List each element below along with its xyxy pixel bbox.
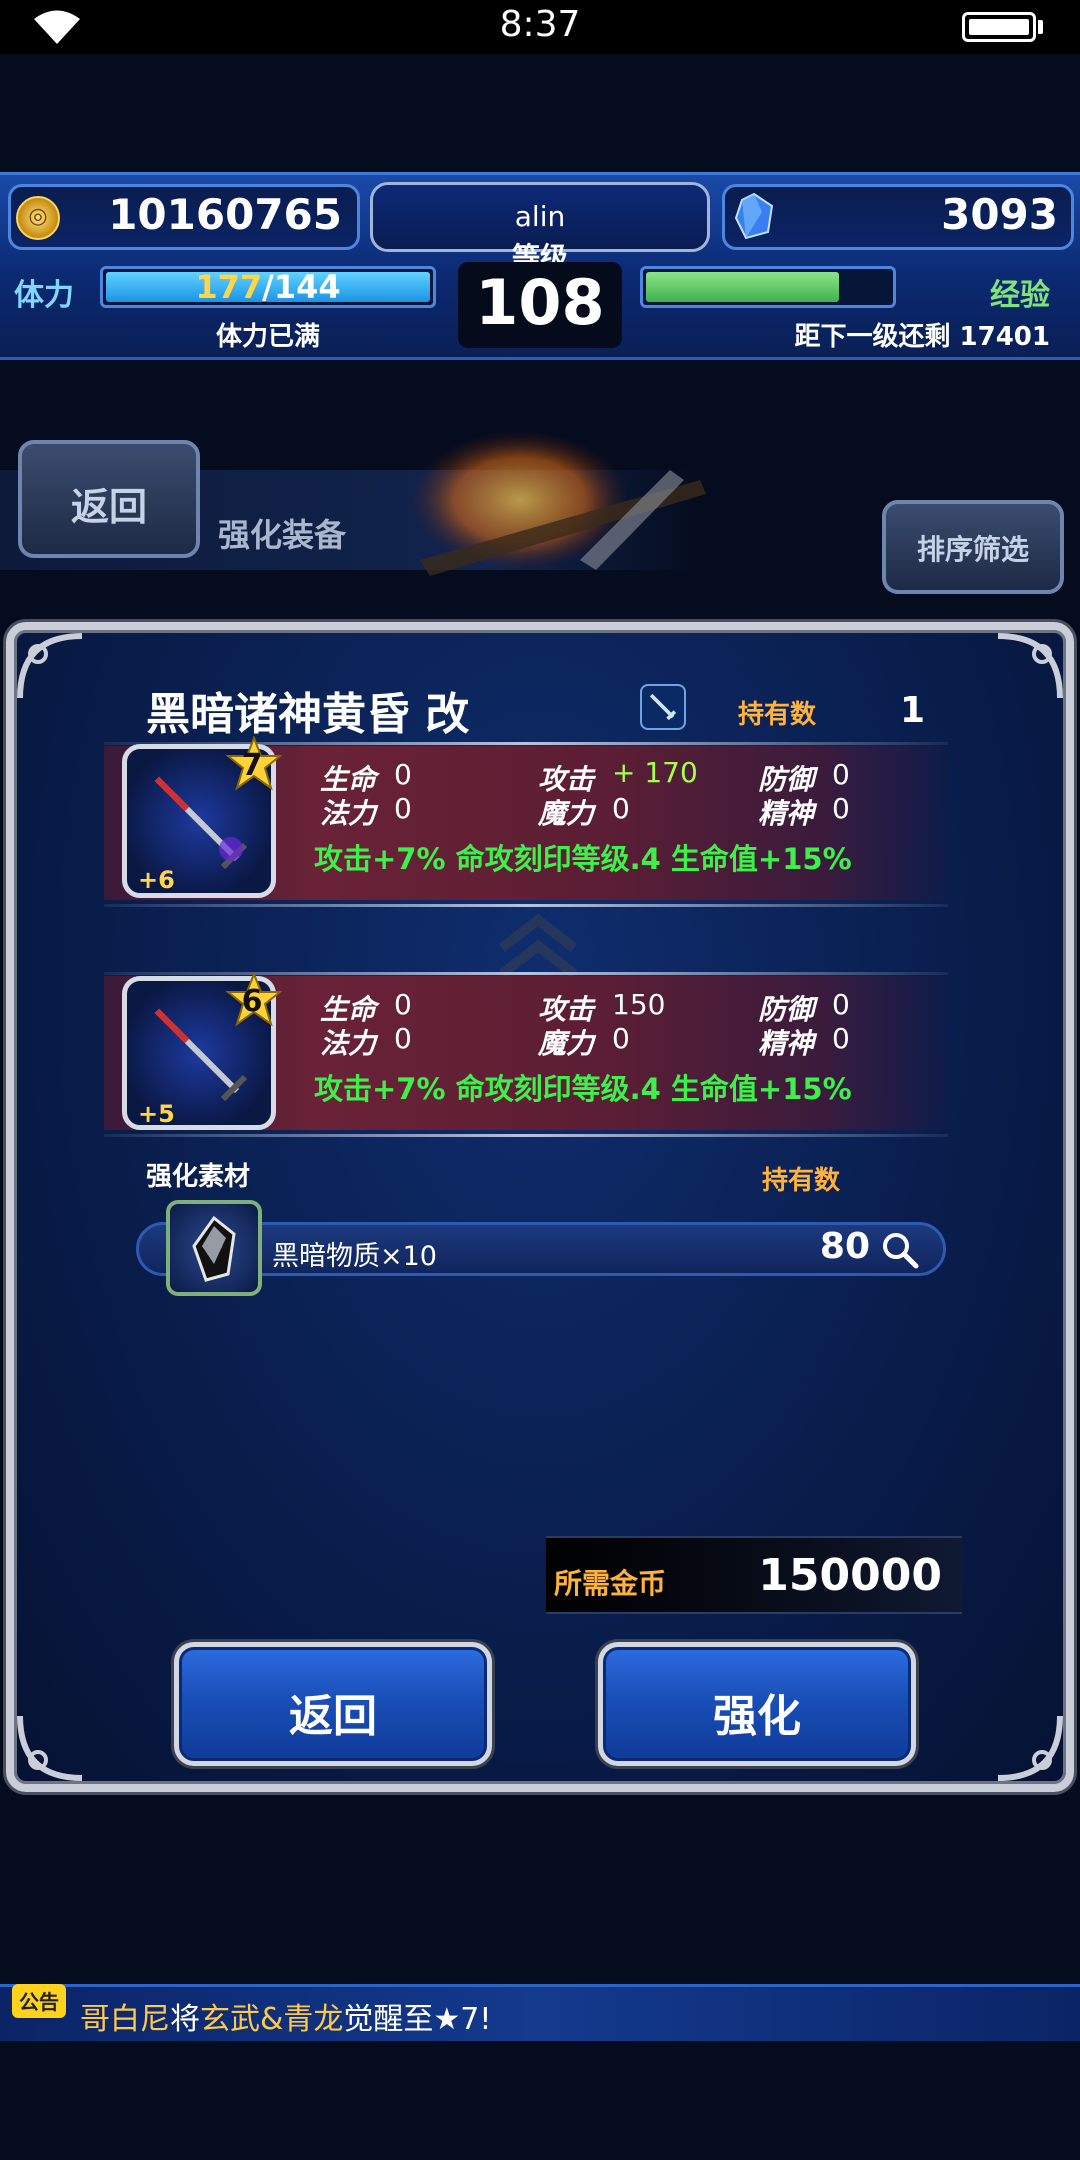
gem-icon	[734, 192, 774, 240]
stamina-current: 177	[195, 268, 263, 306]
stat-mag-label: 魔力	[538, 1027, 595, 1060]
stamina-label: 体力	[14, 278, 74, 313]
required-gold-value: 150000	[758, 1550, 942, 1601]
exp-bar-fill	[646, 272, 839, 302]
gold-amount: 10160765	[108, 190, 342, 239]
stat-spr-label: 精神	[758, 1027, 815, 1060]
announcement-badge-label: 公告	[19, 1990, 59, 2014]
page-title: 强化装备	[218, 516, 347, 554]
battery-tip	[1038, 20, 1043, 34]
announcement-player: 哥白尼	[80, 2002, 170, 2037]
back-button-label[interactable]: 返回	[174, 1680, 492, 1744]
material-owned-label: 持有数	[762, 1166, 841, 1196]
player-name: alin	[514, 200, 566, 233]
player-level: 108	[475, 266, 605, 339]
stamina-value: 177/144	[106, 268, 430, 306]
star-rank: 6	[241, 984, 263, 1019]
corner-ornament-icon	[997, 1715, 1063, 1781]
stat-mag-label: 魔力	[538, 797, 595, 830]
stat-def-value: 0	[832, 988, 850, 1021]
exp-remaining: 距下一级还剩 17401	[794, 322, 1050, 352]
sort-filter-label[interactable]: 排序筛选	[882, 528, 1064, 568]
stat-hp-value: 0	[394, 988, 412, 1021]
gem-amount: 3093	[941, 190, 1058, 239]
stat-def-value: 0	[832, 758, 850, 791]
announcement-text: 哥白尼将玄武&青龙觉醒至★7!	[80, 1994, 491, 2038]
stat-spr-label: 精神	[758, 797, 815, 830]
nav-back-label[interactable]: 返回	[18, 476, 200, 531]
exp-label: 经验	[990, 278, 1050, 313]
stat-atk-value: 150	[612, 988, 666, 1021]
owned-count: 1	[900, 690, 926, 731]
sword-type-icon	[640, 684, 686, 730]
stat-spr-value: 0	[832, 1022, 850, 1055]
stat-mag-value: 0	[612, 1022, 630, 1055]
material-count: 80	[819, 1226, 870, 1267]
bonus-effects: 攻击+7% 命攻刻印等级.4 生命值+15%	[314, 842, 852, 876]
plus-level: +5	[138, 1100, 175, 1128]
stat-spr-value: 0	[832, 792, 850, 825]
plus-level: +6	[138, 866, 175, 894]
fire-sword-emblem-icon	[410, 430, 706, 576]
status-time: 8:37	[499, 4, 581, 45]
dark-matter-icon	[192, 1215, 236, 1282]
required-gold-label: 所需金币	[554, 1567, 667, 1600]
stat-mp-label: 法力	[320, 1027, 377, 1060]
announcement-units: 玄武&青龙	[200, 2002, 344, 2037]
stat-hp-value: 0	[394, 758, 412, 791]
gold-coin-icon: ◎	[16, 196, 60, 240]
corner-ornament-icon	[997, 633, 1063, 699]
owned-label: 持有数	[738, 700, 817, 730]
stamina-status: 体力已满	[215, 322, 320, 352]
material-section-label: 强化素材	[146, 1162, 251, 1192]
stamina-max: /144	[262, 268, 341, 306]
upgrade-arrow-icon	[498, 913, 578, 978]
bonus-effects: 攻击+7% 命攻刻印等级.4 生命值+15%	[314, 1072, 852, 1106]
stat-mp-value: 0	[394, 792, 412, 825]
announcement-verb: 将	[170, 2002, 200, 2037]
corner-ornament-icon	[17, 1715, 83, 1781]
stat-atk-value: + 170	[612, 756, 698, 789]
battery-icon	[962, 12, 1036, 42]
material-name: 黑暗物质×10	[272, 1241, 437, 1272]
stat-mp-value: 0	[394, 1022, 412, 1055]
enhance-button-label[interactable]: 强化	[598, 1680, 916, 1744]
announcement-result: 觉醒至★7!	[343, 2002, 492, 2037]
item-name: 黑暗诸神黄昏 改	[146, 689, 470, 740]
corner-ornament-icon	[17, 633, 83, 699]
star-rank: 7	[241, 748, 263, 783]
stat-mp-label: 法力	[320, 797, 377, 830]
material-thumbnail[interactable]	[166, 1200, 262, 1296]
search-icon[interactable]	[880, 1230, 920, 1270]
stat-mag-value: 0	[612, 792, 630, 825]
divider	[104, 1134, 948, 1137]
